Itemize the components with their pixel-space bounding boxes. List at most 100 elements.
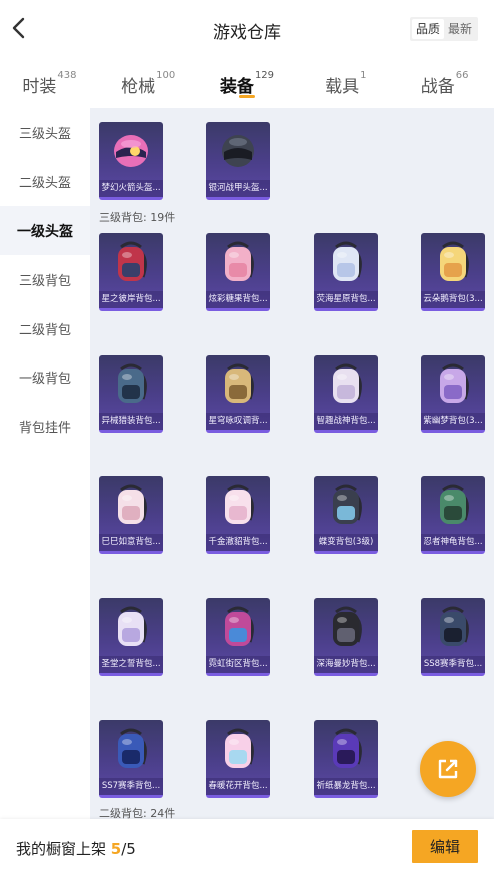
tab-label: 战备 bbox=[420, 77, 455, 97]
backpack-icon bbox=[333, 484, 362, 524]
showcase-total: /5 bbox=[121, 840, 136, 858]
edit-button[interactable]: 编辑 bbox=[412, 830, 478, 863]
item-name: 春暖花开背包... bbox=[206, 778, 270, 795]
share-icon bbox=[438, 759, 458, 779]
showcase-label: 我的橱窗上架 bbox=[16, 840, 107, 858]
sidebar-item-level2-helmet[interactable]: 二级头盔 bbox=[0, 157, 90, 206]
sort-option-newest[interactable]: 最新 bbox=[444, 19, 476, 39]
showcase-status: 我的橱窗上架 5/5 bbox=[16, 838, 136, 859]
item-card[interactable]: 星穹咏叹调背... bbox=[206, 355, 270, 433]
tab-fashion[interactable]: 时装438 bbox=[0, 58, 99, 106]
item-card[interactable]: 炫彩糖果背包... bbox=[206, 233, 270, 311]
sidebar-item-level1-helmet[interactable]: 一级头盔 bbox=[0, 206, 90, 255]
item-card[interactable]: 梦幻火箭头盔... bbox=[99, 122, 163, 200]
backpack-icon bbox=[225, 241, 254, 281]
item-grid: 梦幻火箭头盔... 银河战甲头盔... 三级背包: 19件 星之彼岸背包... 炫… bbox=[90, 108, 494, 819]
item-card[interactable]: 祈纸暴龙背包... bbox=[314, 720, 378, 798]
item-name: 忍者神龟背包... bbox=[421, 534, 485, 551]
backpack-icon bbox=[440, 606, 469, 646]
sort-option-quality[interactable]: 品质 bbox=[411, 19, 444, 39]
sidebar: 三级头盔 二级头盔 一级头盔 三级背包 二级背包 一级背包 背包挂件 bbox=[0, 108, 90, 819]
item-card[interactable]: 春暖花开背包... bbox=[206, 720, 270, 798]
item-card[interactable]: 霓虹街区背包... bbox=[206, 598, 270, 676]
tab-label: 时装 bbox=[22, 77, 57, 97]
item-card[interactable]: 千金澈貂背包... bbox=[206, 476, 270, 554]
item-card[interactable]: 荧海星原背包... bbox=[314, 233, 378, 311]
tab-count: 438 bbox=[57, 70, 77, 81]
item-card[interactable]: 异械猎装背包... bbox=[99, 355, 163, 433]
backpack-icon bbox=[333, 241, 362, 281]
section-title-level2-backpack: 二级背包: 24件 bbox=[99, 807, 176, 819]
item-name: 云朵鹅背包(3... bbox=[421, 291, 485, 308]
showcase-current: 5 bbox=[110, 840, 122, 858]
item-card[interactable]: 云朵鹅背包(3... bbox=[421, 233, 485, 311]
item-card[interactable]: 圣堂之誓背包... bbox=[99, 598, 163, 676]
header: 游戏仓库 品质 最新 bbox=[0, 0, 494, 58]
pink-helmet-icon bbox=[114, 135, 148, 167]
item-name: SS7赛季背包... bbox=[99, 778, 163, 795]
backpack-icon bbox=[225, 484, 254, 524]
sidebar-item-level2-backpack[interactable]: 二级背包 bbox=[0, 304, 90, 353]
item-card[interactable]: 银河战甲头盔... bbox=[206, 122, 270, 200]
backpack-icon bbox=[118, 606, 147, 646]
tab-count: 66 bbox=[455, 70, 469, 81]
backpack-icon bbox=[225, 728, 254, 768]
item-name: 星之彼岸背包... bbox=[99, 291, 163, 308]
item-name: 巳巳如意背包... bbox=[99, 534, 163, 551]
item-name: 千金澈貂背包... bbox=[206, 534, 270, 551]
sidebar-item-level1-backpack[interactable]: 一级背包 bbox=[0, 353, 90, 402]
tab-equipment[interactable]: 装备129 bbox=[198, 58, 297, 106]
item-name: 祈纸暴龙背包... bbox=[314, 778, 378, 795]
backpack-icon bbox=[225, 606, 254, 646]
item-card[interactable]: 星之彼岸背包... bbox=[99, 233, 163, 311]
item-name: 紫幽梦背包(3... bbox=[421, 413, 485, 430]
sort-toggle[interactable]: 品质 最新 bbox=[409, 17, 478, 41]
sidebar-item-level3-backpack[interactable]: 三级背包 bbox=[0, 255, 90, 304]
item-name: 蝶变背包(3级) bbox=[314, 534, 378, 551]
item-name: 智趣战神背包... bbox=[314, 413, 378, 430]
item-name: 深海曼妙背包... bbox=[314, 656, 378, 673]
backpack-icon bbox=[333, 728, 362, 768]
item-name: 星穹咏叹调背... bbox=[206, 413, 270, 430]
share-button[interactable] bbox=[420, 741, 476, 797]
sidebar-item-backpack-charm[interactable]: 背包挂件 bbox=[0, 402, 90, 451]
backpack-icon bbox=[118, 241, 147, 281]
tab-guns[interactable]: 枪械100 bbox=[99, 58, 198, 106]
backpack-icon bbox=[118, 484, 147, 524]
item-card[interactable]: 深海曼妙背包... bbox=[314, 598, 378, 676]
dark-helmet-icon bbox=[222, 135, 254, 167]
item-card[interactable]: 紫幽梦背包(3... bbox=[421, 355, 485, 433]
item-card[interactable]: SS7赛季背包... bbox=[99, 720, 163, 798]
tab-label: 载具 bbox=[325, 77, 360, 97]
item-card[interactable]: SS8赛季背包... bbox=[421, 598, 485, 676]
tab-count: 100 bbox=[156, 70, 176, 81]
item-name: 霓虹街区背包... bbox=[206, 656, 270, 673]
tab-count: 1 bbox=[360, 70, 367, 81]
item-card[interactable]: 蝶变背包(3级) bbox=[314, 476, 378, 554]
section-title-level3-backpack: 三级背包: 19件 bbox=[99, 211, 176, 224]
backpack-icon bbox=[440, 241, 469, 281]
backpack-icon bbox=[225, 363, 254, 403]
item-name: 圣堂之誓背包... bbox=[99, 656, 163, 673]
item-name: 异械猎装背包... bbox=[99, 413, 163, 430]
active-tab-indicator bbox=[238, 95, 255, 98]
tab-vehicles[interactable]: 载具1 bbox=[296, 58, 395, 106]
backpack-icon bbox=[440, 363, 469, 403]
backpack-icon bbox=[333, 363, 362, 403]
item-name: 炫彩糖果背包... bbox=[206, 291, 270, 308]
item-name: 梦幻火箭头盔... bbox=[99, 180, 163, 197]
item-card[interactable]: 忍者神龟背包... bbox=[421, 476, 485, 554]
backpack-icon bbox=[118, 363, 147, 403]
tab-count: 129 bbox=[254, 70, 275, 81]
item-name: 荧海星原背包... bbox=[314, 291, 378, 308]
item-card[interactable]: 智趣战神背包... bbox=[314, 355, 378, 433]
backpack-icon bbox=[118, 728, 147, 768]
tab-supplies[interactable]: 战备66 bbox=[395, 58, 494, 106]
backpack-icon bbox=[333, 606, 362, 646]
item-name: SS8赛季背包... bbox=[421, 656, 485, 673]
tab-label: 枪械 bbox=[121, 77, 156, 97]
item-name: 银河战甲头盔... bbox=[206, 180, 270, 197]
category-tabs: 时装438 枪械100 装备129 载具1 战备66 bbox=[0, 58, 494, 106]
item-card[interactable]: 巳巳如意背包... bbox=[99, 476, 163, 554]
sidebar-item-level3-helmet[interactable]: 三级头盔 bbox=[0, 108, 90, 157]
